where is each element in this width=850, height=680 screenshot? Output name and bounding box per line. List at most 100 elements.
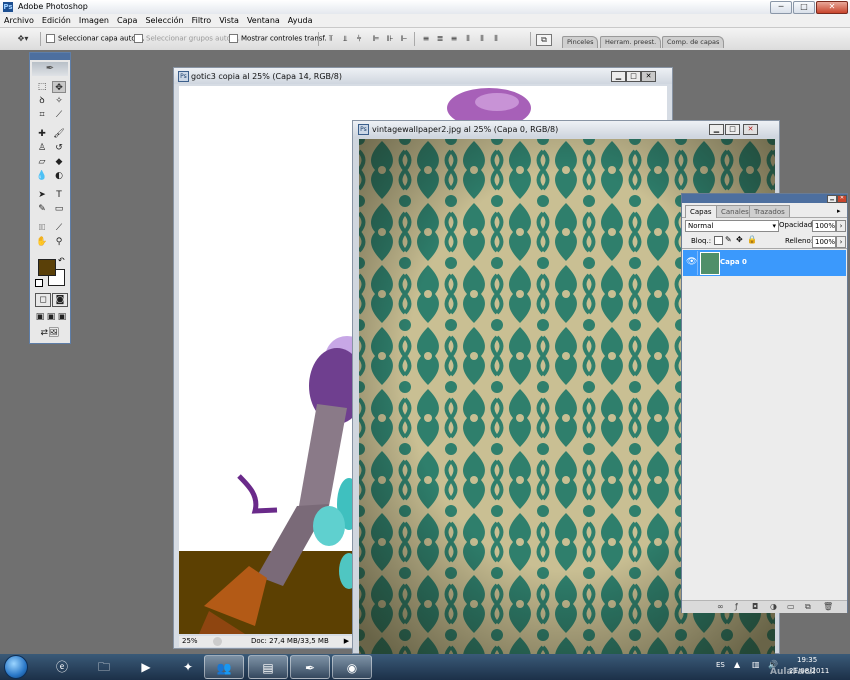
file-explorer-icon[interactable]: 🗀: [84, 655, 124, 679]
align-vcenter-icon[interactable]: ⫫: [339, 34, 351, 44]
layer-mask-icon[interactable]: ◘: [752, 602, 758, 611]
blend-mode-select[interactable]: Normal ▾: [685, 220, 779, 232]
quick-mask-mode-icon[interactable]: ◙: [52, 293, 68, 307]
fill-slider-arrow-icon[interactable]: ›: [836, 236, 846, 248]
history-brush-tool-icon[interactable]: ↺: [52, 142, 66, 154]
path-selection-tool-icon[interactable]: ➤: [35, 189, 49, 201]
doc2-minimize-button[interactable]: ▁: [709, 124, 724, 135]
messenger-icon[interactable]: 👥: [204, 655, 244, 679]
status-menu-arrow-icon[interactable]: ▶: [342, 636, 351, 647]
show-transform-checkbox[interactable]: [229, 34, 238, 43]
pen-tool-icon[interactable]: ✎: [35, 203, 49, 215]
brush-tool-icon[interactable]: 🖌: [52, 128, 66, 140]
layer-row[interactable]: 👁 Capa 0: [683, 250, 846, 276]
start-button[interactable]: [4, 655, 28, 679]
adjustment-layer-icon[interactable]: ◑: [770, 602, 777, 611]
distribute-top-icon[interactable]: ≡: [420, 34, 432, 44]
jump-to-imageready-icon[interactable]: ⇄🖼: [35, 327, 65, 339]
menu-vista[interactable]: Vista: [219, 16, 239, 25]
document-title-bar[interactable]: Ps gotic3 copia al 25% (Capa 14, RGB/8) …: [174, 68, 672, 84]
blur-tool-icon[interactable]: 💧: [35, 170, 49, 182]
align-bottom-icon[interactable]: ⫩: [353, 34, 365, 44]
standard-mode-icon[interactable]: ◻: [35, 293, 51, 307]
hand-tool-icon[interactable]: ✋: [35, 236, 49, 248]
move-tool-preset-icon[interactable]: ✥▾: [12, 34, 34, 44]
fill-input[interactable]: 100%: [812, 236, 836, 248]
app-icon-1[interactable]: ✦: [168, 655, 208, 679]
tools-panel-header[interactable]: [30, 53, 70, 60]
lock-position-icon[interactable]: ✥: [736, 235, 743, 244]
panel-menu-icon[interactable]: ▸: [837, 207, 841, 215]
panel-minimize-button[interactable]: ▁: [827, 195, 837, 203]
close-button[interactable]: ✕: [816, 1, 848, 14]
align-left-icon[interactable]: ⊫: [370, 34, 382, 44]
distribute-vcenter-icon[interactable]: ≣: [434, 34, 446, 44]
menu-ventana[interactable]: Ventana: [247, 16, 280, 25]
doc1-maximize-button[interactable]: □: [626, 71, 641, 82]
network-icon[interactable]: ▥: [752, 660, 760, 669]
menu-capa[interactable]: Capa: [117, 16, 137, 25]
auto-select-layer-option[interactable]: Seleccionar capa autom.: [46, 34, 145, 43]
magic-wand-tool-icon[interactable]: ✧: [52, 95, 66, 107]
auto-select-layer-checkbox[interactable]: [46, 34, 55, 43]
clock-time[interactable]: 19:35: [797, 656, 817, 664]
clone-stamp-tool-icon[interactable]: ♙: [35, 142, 49, 154]
eraser-tool-icon[interactable]: ▱: [35, 156, 49, 168]
screen-mode-full-icon[interactable]: ▣: [55, 311, 69, 323]
eyedropper-tool-icon[interactable]: ⟋: [52, 222, 66, 234]
menu-seleccion[interactable]: Selección: [145, 16, 183, 25]
rectangle-tool-icon[interactable]: ▭: [52, 203, 66, 215]
scanner-icon[interactable]: ▤: [248, 655, 288, 679]
document-title-bar[interactable]: Ps vintagewallpaper2.jpg al 25% (Capa 0,…: [353, 121, 779, 137]
paint-bucket-tool-icon[interactable]: ◆: [52, 156, 66, 168]
lock-transparent-icon[interactable]: [714, 236, 723, 245]
language-indicator[interactable]: ES: [716, 661, 725, 669]
status-info-icon[interactable]: [213, 637, 222, 646]
swap-colors-icon[interactable]: ↶: [58, 256, 65, 265]
menu-ayuda[interactable]: Ayuda: [288, 16, 313, 25]
panel-close-button[interactable]: ✕: [837, 195, 847, 203]
align-hcenter-icon[interactable]: ⊪: [384, 34, 396, 44]
menu-imagen[interactable]: Imagen: [79, 16, 109, 25]
distribute-hcenter-icon[interactable]: ⦀: [476, 34, 488, 44]
opacity-input[interactable]: 100%: [812, 220, 836, 232]
menu-filtro[interactable]: Filtro: [192, 16, 212, 25]
distribute-left-icon[interactable]: ⦀: [462, 34, 474, 44]
media-player-icon[interactable]: ▶: [126, 655, 166, 679]
distribute-right-icon[interactable]: ⦀: [490, 34, 502, 44]
layers-panel-header[interactable]: [682, 194, 847, 203]
internet-explorer-icon[interactable]: ⓔ: [42, 655, 82, 679]
doc1-minimize-button[interactable]: ▁: [611, 71, 626, 82]
chrome-icon[interactable]: ◉: [332, 655, 372, 679]
dodge-tool-icon[interactable]: ◐: [52, 170, 66, 182]
layer-style-icon[interactable]: ƒ: [735, 602, 738, 611]
trash-icon[interactable]: 🗑: [823, 602, 833, 611]
layer-name[interactable]: Capa 0: [720, 258, 747, 266]
auto-select-groups-checkbox[interactable]: [134, 34, 143, 43]
lock-all-icon[interactable]: 🔒: [747, 235, 757, 244]
palette-well-icon[interactable]: ⧉: [536, 34, 552, 46]
marquee-tool-icon[interactable]: ⬚: [35, 81, 49, 93]
menu-edicion[interactable]: Edición: [42, 16, 71, 25]
doc1-close-button[interactable]: ✕: [641, 71, 656, 82]
foreground-color-swatch[interactable]: [38, 259, 56, 276]
healing-brush-tool-icon[interactable]: ✚: [35, 128, 49, 140]
opacity-slider-arrow-icon[interactable]: ›: [836, 220, 846, 232]
lock-pixels-icon[interactable]: ✎: [725, 235, 732, 244]
notes-tool-icon[interactable]: 🗉: [35, 222, 49, 234]
slice-tool-icon[interactable]: ⟋: [52, 109, 66, 121]
feather-logo-icon[interactable]: ✒: [32, 62, 68, 76]
show-transform-option[interactable]: Mostrar controles transf.: [229, 34, 327, 43]
zoom-level[interactable]: 25%: [182, 636, 198, 647]
auto-select-groups-option[interactable]: Seleccionar grupos autom.: [134, 34, 240, 43]
zoom-tool-icon[interactable]: ⚲: [52, 236, 66, 248]
tab-pinceles[interactable]: Pinceles: [562, 36, 599, 48]
link-layers-icon[interactable]: ∞: [717, 602, 724, 611]
tab-capas[interactable]: Capas: [685, 205, 717, 218]
new-layer-icon[interactable]: ⧉: [805, 602, 811, 612]
lasso-tool-icon[interactable]: ꝺ: [35, 95, 49, 107]
align-top-icon[interactable]: ⫪: [325, 34, 337, 44]
move-tool-icon[interactable]: ✥: [52, 81, 66, 93]
crop-tool-icon[interactable]: ⌗: [35, 109, 49, 121]
menu-archivo[interactable]: Archivo: [4, 16, 34, 25]
